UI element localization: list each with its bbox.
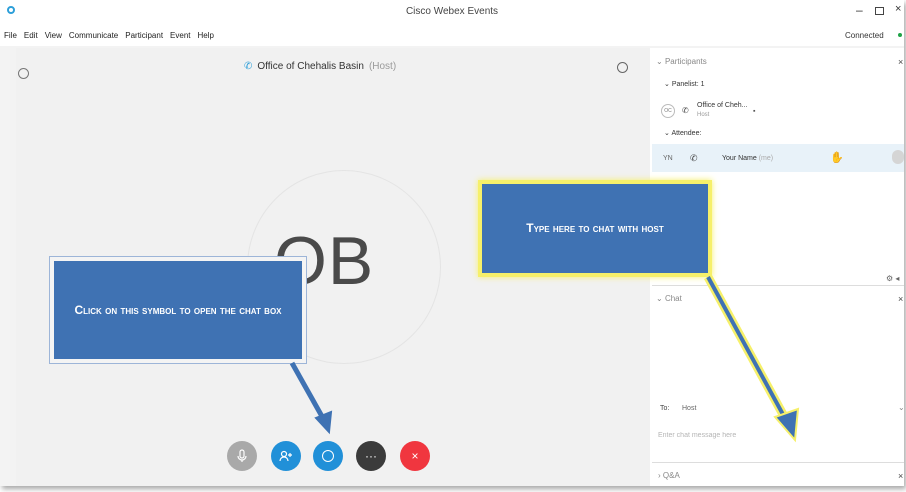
title-bar: Cisco Webex Events – ×	[0, 0, 904, 22]
participants-button[interactable]	[271, 441, 301, 471]
panelist-group[interactable]: ⌄ Panelist: 1	[664, 80, 705, 88]
menu-edit[interactable]: Edit	[24, 31, 38, 40]
menu-file[interactable]: File	[4, 31, 17, 40]
raise-hand-icon[interactable]: ✋	[830, 151, 844, 164]
qa-header[interactable]: › Q&A	[658, 471, 680, 480]
app-window: Cisco Webex Events – × File Edit View Co…	[0, 0, 904, 486]
host-name[interactable]: Office of Cheh...	[697, 102, 747, 109]
participants-title: Participants	[664, 57, 707, 66]
leave-button[interactable]: ×	[400, 441, 430, 471]
chat-recipient-select[interactable]: Host	[682, 405, 696, 412]
host-audio-icon: ▪	[753, 108, 756, 115]
menu-view[interactable]: View	[45, 31, 62, 40]
phone-icon: ✆	[244, 61, 253, 72]
panel-tools-icon[interactable]: ⚙ ◂	[886, 274, 899, 283]
attendee-group[interactable]: ⌄ Attendee:	[664, 129, 701, 137]
mute-button[interactable]	[227, 441, 257, 471]
attendee-phone-icon: ✆	[690, 153, 698, 163]
close-chat-icon[interactable]: ×	[898, 294, 903, 304]
window-title: Cisco Webex Events	[405, 6, 499, 17]
callout-open-chat: Click on this symbol to open the chat bo…	[49, 256, 307, 364]
menu-event[interactable]: Event	[170, 31, 190, 40]
maximize-button[interactable]	[875, 7, 884, 15]
chat-divider	[652, 285, 904, 286]
attendee-initials: YN	[663, 155, 673, 162]
connection-status: Connected	[845, 31, 884, 40]
menu-communicate[interactable]: Communicate	[69, 31, 118, 40]
close-qa-icon[interactable]: ×	[898, 471, 903, 481]
presenter-role: (Host)	[368, 61, 397, 72]
menu-participant[interactable]: Participant	[125, 31, 163, 40]
chat-bubble-icon	[322, 450, 334, 462]
attendee-name-text: Your Name	[722, 155, 757, 162]
pin-icon[interactable]	[617, 62, 628, 73]
more-options-button[interactable]: ···	[356, 441, 386, 471]
qa-title: Q&A	[662, 471, 680, 480]
chat-message-input[interactable]	[658, 426, 893, 444]
minimize-button[interactable]: –	[856, 3, 863, 17]
chat-title: Chat	[664, 294, 682, 303]
close-button[interactable]: ×	[895, 3, 901, 15]
microphone-icon	[237, 449, 247, 462]
qa-divider	[652, 462, 904, 463]
host-role: Host	[697, 112, 710, 118]
host-avatar: OC	[661, 104, 675, 118]
chevron-down-icon[interactable]: ⌄	[898, 403, 904, 412]
close-participants-icon[interactable]: ×	[898, 57, 903, 67]
presenter-name: Office of Chehalis Basin	[257, 61, 364, 72]
add-person-icon	[279, 450, 292, 462]
host-phone-icon: ✆	[682, 106, 689, 115]
attendee-name: Your Name (me)	[722, 155, 773, 162]
presenter-tag: ✆ Office of Chehalis Basin (Host)	[244, 61, 396, 72]
chat-button[interactable]	[313, 441, 343, 471]
stage-settings-icon[interactable]	[18, 68, 29, 79]
menu-help[interactable]: Help	[198, 31, 214, 40]
connected-dot-icon	[898, 33, 902, 37]
chat-to-label: To:	[660, 405, 670, 412]
attendee-more-icon[interactable]	[892, 150, 904, 164]
menu-bar: File Edit View Communicate Participant E…	[0, 22, 904, 46]
chat-header[interactable]: ⌄ Chat	[656, 294, 682, 303]
attendee-label: Attendee:	[671, 130, 702, 137]
participants-header[interactable]: ⌄ Participants	[656, 57, 707, 66]
attendee-me-tag: (me)	[758, 155, 774, 162]
panelist-label: Panelist: 1	[671, 81, 705, 88]
callout-type-chat: Type here to chat with host	[478, 180, 712, 277]
